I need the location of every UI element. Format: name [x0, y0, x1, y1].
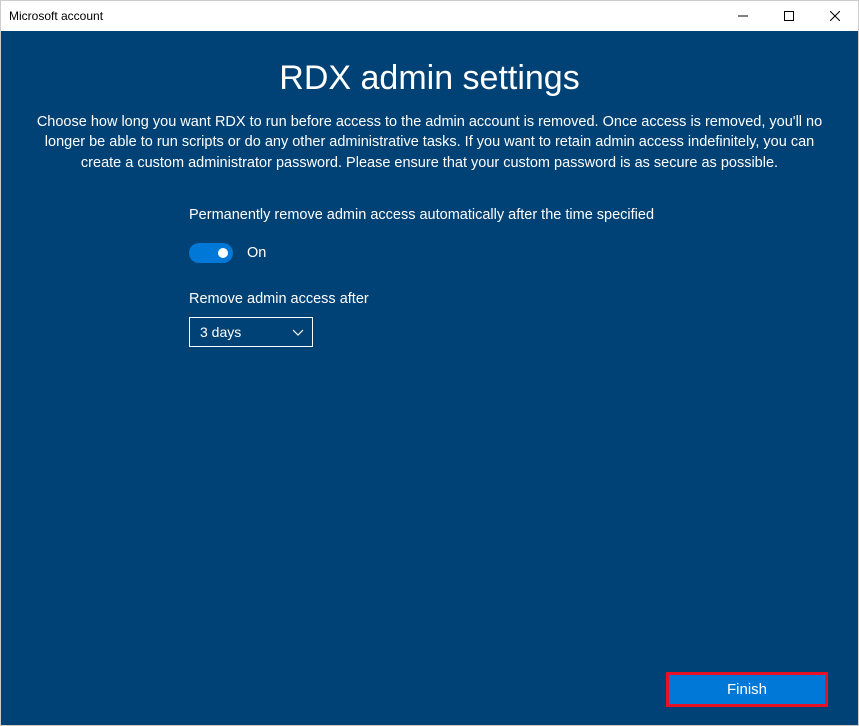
minimize-icon: [738, 11, 748, 21]
maximize-icon: [784, 11, 794, 21]
toggle-state-label: On: [247, 245, 266, 261]
window-controls: [720, 1, 858, 31]
page-title: RDX admin settings: [1, 59, 858, 98]
admin-access-toggle[interactable]: [189, 243, 233, 263]
minimize-button[interactable]: [720, 1, 766, 31]
toggle-row: On: [189, 243, 858, 263]
page-description: Choose how long you want RDX to run befo…: [1, 112, 858, 173]
chevron-down-icon: [292, 326, 304, 338]
window-title: Microsoft account: [9, 9, 720, 23]
close-icon: [830, 11, 840, 21]
remove-access-dropdown[interactable]: 3 days: [189, 317, 313, 347]
finish-button-label: Finish: [727, 681, 767, 698]
maximize-button[interactable]: [766, 1, 812, 31]
toggle-label: Permanently remove admin access automati…: [189, 207, 858, 223]
close-button[interactable]: [812, 1, 858, 31]
dropdown-value: 3 days: [200, 324, 241, 340]
window: Microsoft account RDX admin settings Cho…: [0, 0, 859, 726]
finish-button[interactable]: Finish: [666, 672, 828, 707]
toggle-knob: [218, 248, 228, 258]
dropdown-label: Remove admin access after: [189, 291, 858, 307]
settings-area: Permanently remove admin access automati…: [189, 207, 858, 347]
titlebar: Microsoft account: [1, 1, 858, 31]
footer: Finish: [666, 672, 828, 707]
content-area: RDX admin settings Choose how long you w…: [1, 31, 858, 725]
